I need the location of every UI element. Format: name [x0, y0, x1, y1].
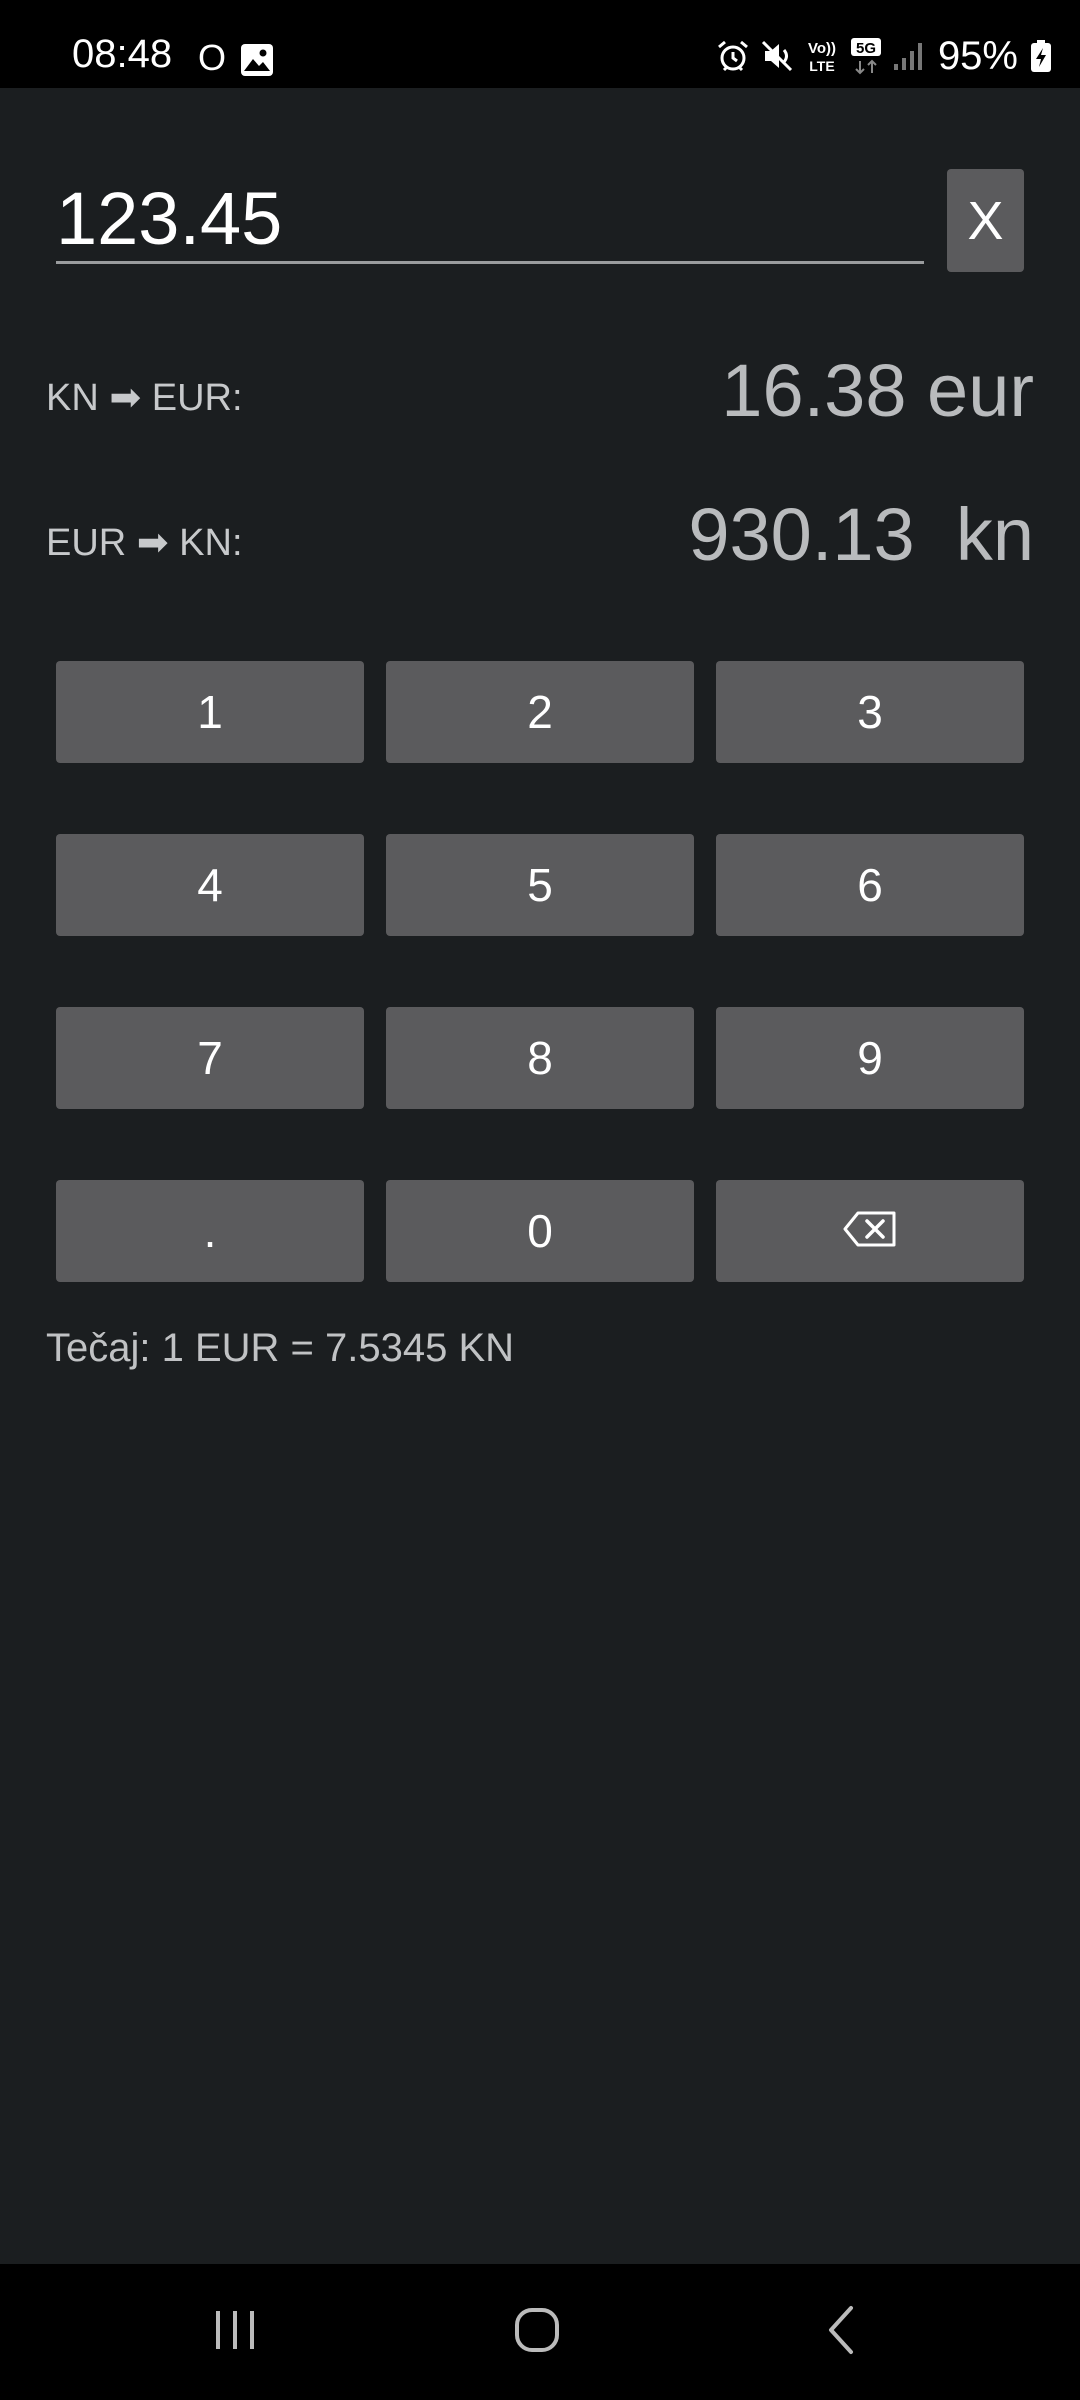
notification-o-icon: O	[198, 37, 227, 78]
kn-to-eur-value: 16.38 eur	[721, 349, 1034, 432]
battery-percent: 95%	[937, 34, 1018, 78]
back-icon	[825, 2305, 855, 2360]
key-decimal[interactable]: .	[56, 1180, 364, 1282]
key-0[interactable]: 0	[386, 1180, 694, 1282]
mute-icon	[760, 39, 794, 73]
backspace-button[interactable]	[716, 1180, 1024, 1282]
volte-icon: Vo)) LTE	[804, 37, 840, 75]
key-3[interactable]: 3	[716, 661, 1024, 763]
volte-label-bottom: LTE	[809, 58, 834, 74]
recent-apps-icon	[212, 2309, 258, 2356]
key-2[interactable]: 2	[386, 661, 694, 763]
key-7[interactable]: 7	[56, 1007, 364, 1109]
battery-charging-icon	[1030, 39, 1052, 73]
kn-to-eur-label: KN ➡ EUR:	[46, 377, 243, 419]
gallery-icon	[240, 43, 274, 77]
status-bar: 08:48 O Vo)) LTE 5G 95%	[0, 0, 1080, 88]
converter-app: X KN ➡ EUR: 16.38 eur EUR ➡ KN: 930.13 k…	[0, 88, 1080, 2264]
backspace-icon	[843, 1204, 897, 1258]
volte-label-top: Vo))	[808, 40, 836, 57]
recent-apps-button[interactable]	[135, 2264, 335, 2400]
eur-to-kn-label: EUR ➡ KN:	[46, 522, 243, 564]
status-time: 08:48	[72, 32, 173, 76]
key-1[interactable]: 1	[56, 661, 364, 763]
network-label: 5G	[856, 40, 876, 57]
alarm-icon	[716, 39, 750, 73]
clear-button[interactable]: X	[947, 169, 1024, 272]
key-8[interactable]: 8	[386, 1007, 694, 1109]
exchange-rate-text: Tečaj: 1 EUR = 7.5345 KN	[46, 1326, 515, 1370]
back-button[interactable]	[740, 2264, 940, 2400]
key-4[interactable]: 4	[56, 834, 364, 936]
key-6[interactable]: 6	[716, 834, 1024, 936]
signal-icon	[892, 40, 924, 72]
home-icon	[513, 2306, 561, 2359]
amount-input[interactable]	[56, 176, 924, 264]
key-5[interactable]: 5	[386, 834, 694, 936]
status-icons: Vo)) LTE 5G 95%	[716, 30, 1052, 82]
key-9[interactable]: 9	[716, 1007, 1024, 1109]
5g-icon: 5G	[850, 37, 882, 75]
eur-to-kn-value: 930.13 kn	[688, 493, 1034, 576]
home-button[interactable]	[437, 2264, 637, 2400]
navigation-bar	[0, 2264, 1080, 2400]
